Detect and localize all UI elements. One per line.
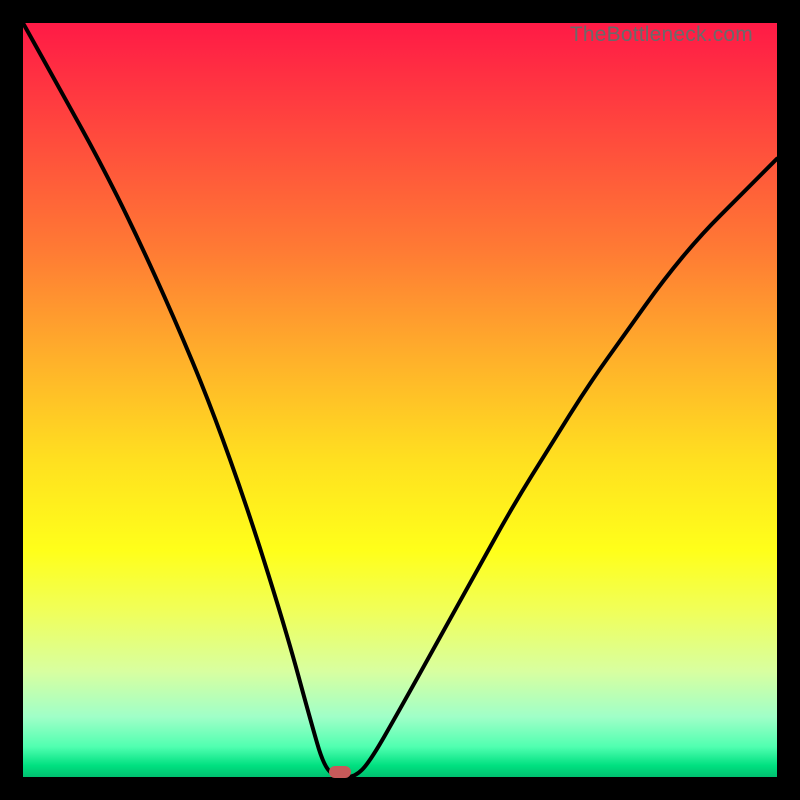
watermark-text: TheBottleneck.com — [570, 23, 753, 47]
valley-marker — [329, 766, 351, 778]
curve-path — [23, 23, 777, 777]
plot-area: TheBottleneck.com — [23, 23, 777, 777]
bottleneck-curve — [23, 23, 777, 777]
